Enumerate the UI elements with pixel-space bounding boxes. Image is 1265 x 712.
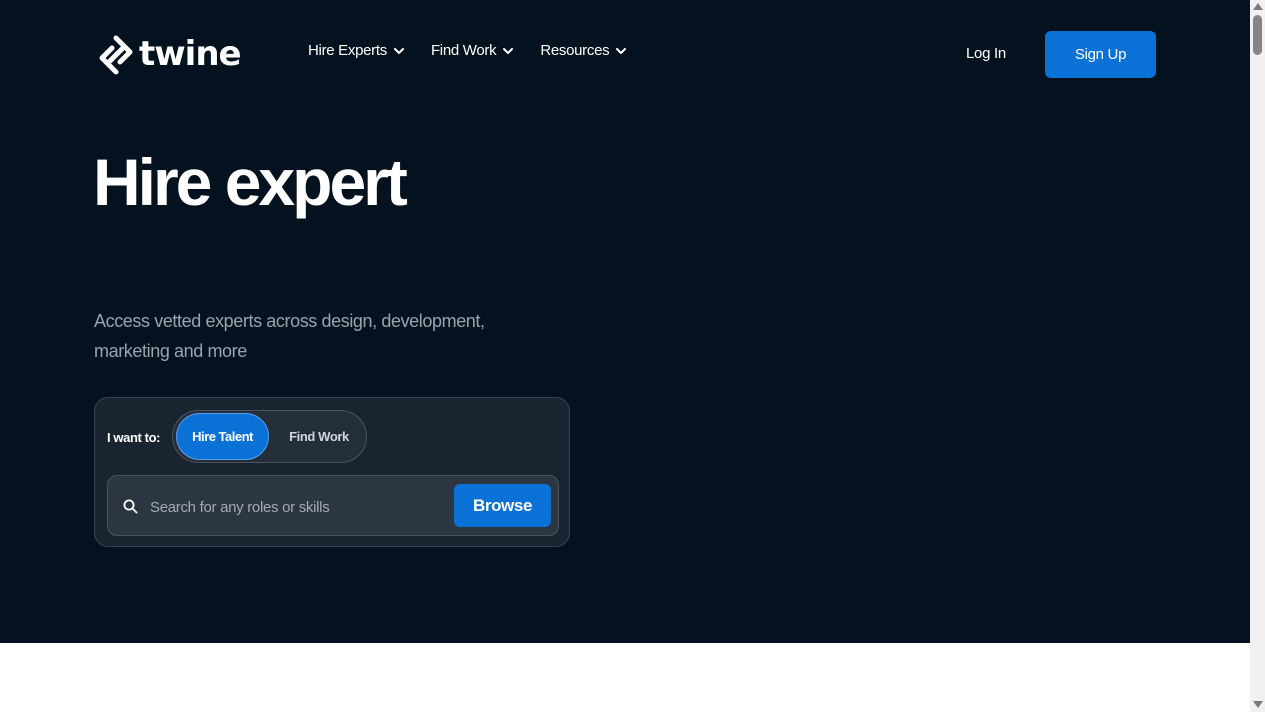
nav-item-label: Find Work <box>430 42 497 59</box>
hire-talent-toggle-option[interactable]: Hire Talent <box>176 413 269 460</box>
scroll-up-arrow-icon[interactable] <box>1253 3 1263 10</box>
nav-item-resources[interactable]: Resources <box>540 42 627 59</box>
twine-logo-icon <box>99 35 133 75</box>
chevron-down-icon <box>393 47 404 54</box>
signup-button[interactable]: Sign Up <box>1045 31 1156 78</box>
scroll-down-arrow-icon[interactable] <box>1253 701 1263 708</box>
find-work-toggle-option[interactable]: Find Work <box>274 413 364 460</box>
scroll-thumb[interactable] <box>1253 15 1262 55</box>
page-viewport: twine Hire Experts Find Work Resources L… <box>0 0 1250 712</box>
main-nav: Hire Experts Find Work Resources <box>308 42 653 59</box>
login-link[interactable]: Log In <box>966 45 1006 62</box>
twine-logo[interactable]: twine <box>99 34 242 76</box>
browse-button[interactable]: Browse <box>454 484 551 527</box>
intent-toggle: Hire Talent Find Work <box>172 410 367 463</box>
search-card: I want to: Hire Talent Find Work Browse <box>94 397 570 547</box>
hero-subtitle: Access vetted experts across design, dev… <box>94 311 485 361</box>
nav-item-label: Resources <box>540 42 610 59</box>
nav-item-hire-experts[interactable]: Hire Experts <box>308 42 404 59</box>
page-scrollbar[interactable] <box>1250 0 1265 712</box>
intent-label: I want to: <box>107 430 161 445</box>
page-title: Hire expert <box>93 145 408 219</box>
hero-section: twine Hire Experts Find Work Resources L… <box>0 0 1250 643</box>
brand-name: twine <box>139 34 242 74</box>
nav-item-label: Hire Experts <box>308 42 387 59</box>
nav-item-find-work[interactable]: Find Work <box>430 42 514 59</box>
search-input[interactable] <box>148 490 447 524</box>
search-bar: Browse <box>107 475 559 536</box>
chevron-down-icon <box>616 47 627 54</box>
search-icon <box>123 499 138 514</box>
chevron-down-icon <box>503 47 514 54</box>
